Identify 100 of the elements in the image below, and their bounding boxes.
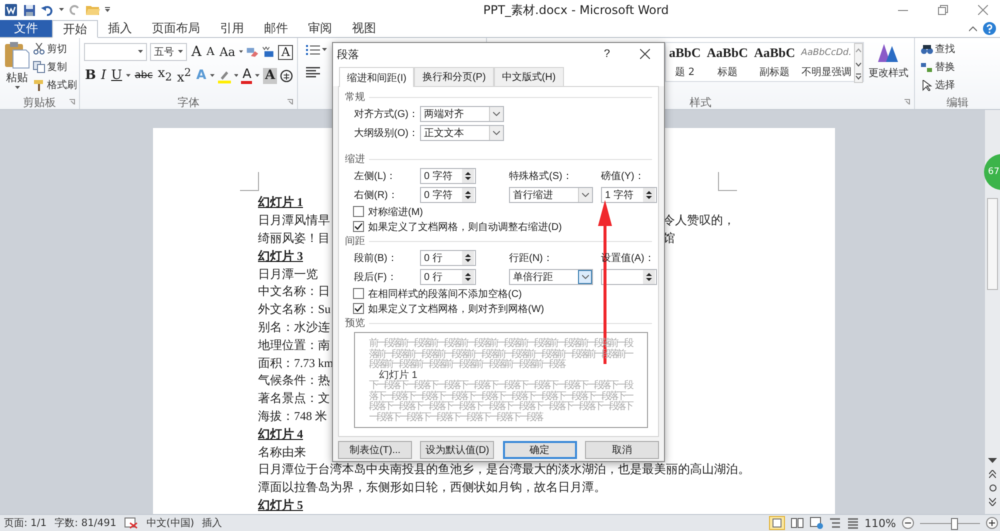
clipboard-button[interactable]: 格式刷 (33, 77, 77, 93)
ribbon-tab[interactable]: 开始 (52, 20, 98, 38)
spinner-icon[interactable] (643, 270, 655, 284)
spinner-icon[interactable] (462, 168, 474, 182)
eraser-icon[interactable] (246, 45, 260, 59)
underline-button[interactable]: U (110, 68, 124, 84)
checkbox[interactable] (353, 288, 364, 299)
next-page-icon[interactable] (989, 498, 996, 506)
browse-object-icon[interactable] (988, 484, 996, 492)
spin-field[interactable]: 0 字符 (420, 186, 476, 202)
undo-icon[interactable] (41, 4, 54, 16)
font-size-field[interactable]: 五号 (150, 43, 188, 61)
caret-icon[interactable] (969, 26, 977, 32)
caret-icon[interactable] (126, 74, 131, 78)
draft-icon[interactable] (846, 517, 859, 529)
spin-field[interactable]: 1 字符 (601, 186, 657, 202)
character-border-button[interactable]: A (278, 44, 294, 60)
caret-icon[interactable] (239, 50, 244, 54)
launcher-icon[interactable] (69, 99, 75, 105)
ribbon-tab[interactable]: 审阅 (298, 20, 342, 37)
ribbon-tab[interactable]: 插入 (98, 20, 142, 37)
superscript-button[interactable]: x$^{2}$ (176, 65, 192, 87)
restore-icon[interactable] (938, 5, 948, 15)
zoom-slider-thumb[interactable] (951, 518, 958, 530)
outline-icon[interactable] (828, 517, 841, 529)
ribbon-tab[interactable]: 视图 (342, 20, 386, 37)
editing-button[interactable]: 查找 (921, 41, 994, 57)
help-button[interactable]: ? (604, 48, 610, 60)
previous-page-icon[interactable] (989, 470, 996, 478)
close-icon[interactable] (640, 49, 650, 59)
spinner-icon[interactable] (462, 188, 474, 202)
save-icon[interactable] (23, 4, 36, 16)
dialog-button[interactable]: 取消 (584, 441, 659, 459)
zoom-out-icon[interactable] (902, 517, 914, 529)
gallery-scroll-icon[interactable] (854, 43, 864, 83)
align-left-icon[interactable] (306, 66, 320, 78)
editing-button[interactable]: 替换 (921, 59, 994, 75)
dropdown-field[interactable]: 单倍行距 (509, 268, 593, 284)
dropdown-field[interactable]: 正文文本 (420, 124, 504, 140)
spin-field[interactable]: 0 字符 (420, 168, 476, 184)
ribbon-tab[interactable]: 邮件 (254, 20, 298, 37)
word-count[interactable]: 字数: 81/491 (54, 516, 116, 530)
caret-icon[interactable] (210, 74, 215, 78)
style-item[interactable]: AaBbCcDd. 不明显强调 (798, 43, 854, 81)
style-item[interactable]: AaBbC 标题 (704, 43, 751, 81)
page-count[interactable]: 页面: 1/1 (4, 516, 47, 530)
caret-icon[interactable] (255, 74, 260, 78)
dropdown-field[interactable]: 两端对齐 (420, 106, 504, 122)
zoom-in-icon[interactable] (986, 517, 998, 529)
checkbox[interactable] (353, 206, 364, 217)
clipboard-button[interactable]: 剪切 (33, 41, 77, 57)
font-name-field[interactable] (84, 43, 148, 61)
caret-icon[interactable] (322, 48, 327, 52)
proofing-icon[interactable] (124, 517, 138, 529)
change-case-button[interactable]: Aa (218, 44, 236, 60)
phonetic-guide-icon[interactable] (262, 45, 276, 59)
dialog-tab[interactable]: 中文版式(H) (494, 67, 564, 86)
scrollbar[interactable] (985, 110, 1000, 514)
dialog-button[interactable]: 确定 (502, 441, 577, 459)
word-icon[interactable] (4, 3, 18, 17)
caret-icon[interactable] (105, 7, 110, 13)
scroll-down-icon[interactable] (988, 458, 997, 464)
spinner-icon[interactable] (462, 250, 474, 264)
subscript-button[interactable]: x$_{2}$ (156, 66, 173, 86)
scroll-thumb[interactable] (987, 198, 998, 290)
dialog-tab[interactable]: 换行和分页(P) (414, 67, 494, 86)
shrink-font-button[interactable]: A (206, 44, 216, 60)
spinner-icon[interactable] (643, 188, 655, 202)
caret-icon[interactable] (59, 8, 64, 12)
paste-button[interactable]: 粘贴 (4, 41, 30, 95)
dialog-tab[interactable]: 缩进和间距(I) (339, 67, 414, 87)
spin-field[interactable] (601, 268, 657, 284)
ribbon-tab[interactable]: 页面布局 (142, 20, 210, 37)
style-item[interactable]: aBbC 题 2 (666, 43, 704, 81)
enclose-character-icon[interactable] (280, 69, 293, 83)
spin-field[interactable]: 0 行 (420, 268, 476, 284)
dialog-button[interactable]: 制表位(T)... (338, 441, 412, 459)
spin-field[interactable]: 0 行 (420, 250, 476, 266)
language-indicator[interactable]: 中文(中国) (146, 516, 194, 530)
launcher-icon[interactable] (904, 99, 910, 105)
launcher-icon[interactable] (287, 99, 293, 105)
bullet-list-icon[interactable] (306, 44, 320, 56)
ribbon-tab[interactable]: 文件 (0, 20, 52, 37)
caret-icon[interactable] (234, 74, 238, 78)
spinner-icon[interactable] (462, 270, 474, 284)
editing-button[interactable]: 选择 (921, 77, 994, 93)
web-layout-icon[interactable] (810, 517, 823, 529)
bold-button[interactable]: B (84, 68, 97, 84)
font-color-button[interactable]: A (241, 68, 252, 84)
highlighter-icon[interactable] (218, 68, 231, 84)
checkbox[interactable] (353, 303, 364, 314)
clipboard-button[interactable]: 复制 (33, 59, 77, 75)
character-shading-button[interactable]: A (262, 68, 278, 84)
grow-font-button[interactable]: A (190, 44, 203, 60)
dialog-button[interactable]: 设为默认值(D) (420, 441, 494, 459)
print-layout-icon[interactable] (768, 516, 785, 530)
italic-button[interactable]: I (100, 68, 108, 84)
help-icon[interactable] (983, 22, 996, 35)
dropdown-field[interactable]: 首行缩进 (509, 186, 593, 202)
change-styles-button[interactable]: 更改样式 (866, 42, 910, 95)
